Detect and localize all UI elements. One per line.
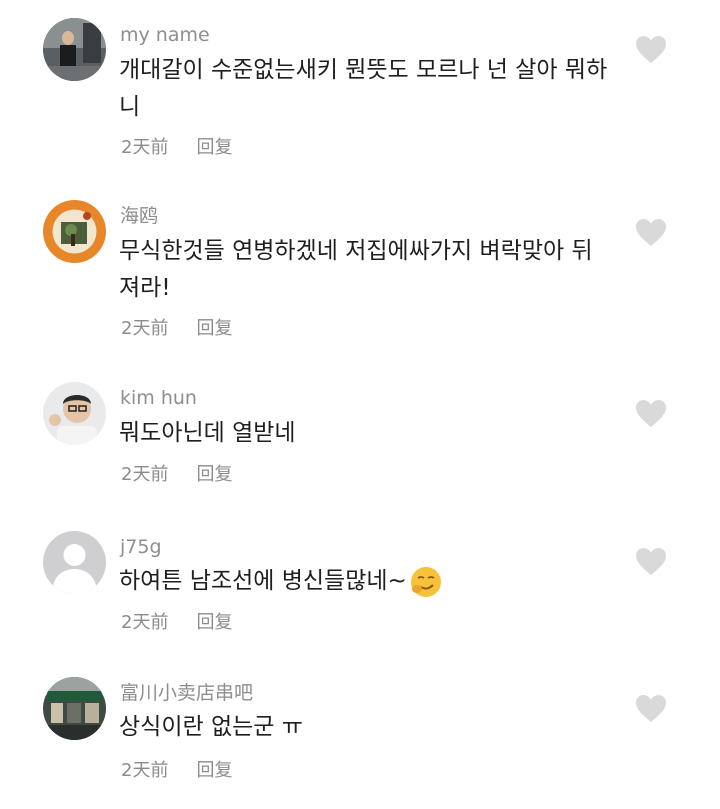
comment-text: 상식이란 없는군 ㅠ bbox=[119, 714, 303, 740]
avatar[interactable] bbox=[43, 677, 106, 740]
avatar[interactable] bbox=[43, 18, 106, 81]
comment-text: 뭐도아닌데 열받네 bbox=[119, 420, 296, 446]
username[interactable]: kim hun bbox=[120, 386, 197, 410]
timestamp: 2天前 bbox=[121, 137, 169, 158]
comment-meta: 2天前 回复 bbox=[121, 318, 232, 340]
comment-meta: 2天前 回复 bbox=[121, 464, 232, 486]
username[interactable]: j75g bbox=[120, 535, 162, 559]
username[interactable]: 海鸥 bbox=[120, 204, 158, 228]
avatar[interactable] bbox=[43, 200, 106, 263]
comment-item: 海鸥 무식한것들 연병하겠네 저집에싸가지 벼락맞아 뒤져라! 2天前 回复 bbox=[0, 180, 720, 355]
comment-text: 개대갈이 수준없는새키 뭔뜻도 모르나 넌 살아 뭐하니 bbox=[119, 57, 608, 120]
timestamp: 2天前 bbox=[121, 760, 169, 781]
comment-item: my name 개대갈이 수준없는새키 뭔뜻도 모르나 넌 살아 뭐하니 2天前… bbox=[0, 0, 720, 180]
timestamp: 2天前 bbox=[121, 464, 169, 485]
comment-item: 富川小卖店串吧 상식이란 없는군 ㅠ 2天前 回复 bbox=[0, 655, 720, 809]
reply-button[interactable]: 回复 bbox=[196, 137, 232, 158]
comment-item: kim hun 뭐도아닌데 열받네 2天前 回复 bbox=[0, 355, 720, 505]
heart-icon[interactable] bbox=[635, 694, 667, 724]
avatar[interactable] bbox=[43, 382, 106, 445]
username[interactable]: my name bbox=[120, 23, 210, 47]
reply-button[interactable]: 回复 bbox=[196, 612, 232, 633]
comment-meta: 2天前 回复 bbox=[121, 760, 232, 782]
reply-button[interactable]: 回复 bbox=[196, 464, 232, 485]
reply-button[interactable]: 回复 bbox=[196, 318, 232, 339]
heart-icon[interactable] bbox=[635, 399, 667, 429]
comment-text: 하여튼 남조선에 병신들많네~ bbox=[119, 563, 609, 600]
comment-text: 무식한것들 연병하겠네 저집에싸가지 벼락맞아 뒤져라! bbox=[119, 238, 593, 301]
username[interactable]: 富川小卖店串吧 bbox=[120, 681, 253, 705]
reply-button[interactable]: 回复 bbox=[196, 760, 232, 781]
comment-text-content: 하여튼 남조선에 병신들많네~ bbox=[119, 568, 407, 594]
default-avatar-icon[interactable] bbox=[43, 531, 106, 594]
comment-item: j75g 하여튼 남조선에 병신들많네~ 2天前 回复 bbox=[0, 505, 720, 655]
timestamp: 2天前 bbox=[121, 318, 169, 339]
heart-icon[interactable] bbox=[635, 35, 667, 65]
comment-meta: 2天前 回复 bbox=[121, 137, 232, 159]
timestamp: 2天前 bbox=[121, 612, 169, 633]
heart-icon[interactable] bbox=[635, 218, 667, 248]
smirk-emoji-icon bbox=[410, 566, 441, 597]
comment-meta: 2天前 回复 bbox=[121, 612, 232, 634]
heart-icon[interactable] bbox=[635, 547, 667, 577]
